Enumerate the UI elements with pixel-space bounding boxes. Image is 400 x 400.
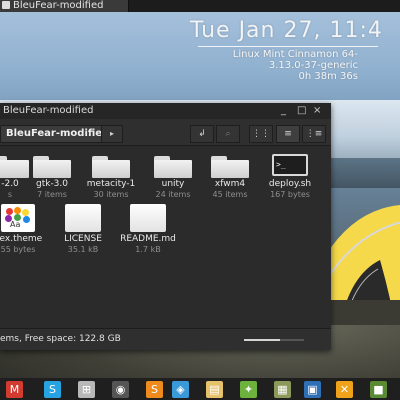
file-item[interactable]: metacity-1 30 items xyxy=(81,156,141,199)
file-name: xfwm4 xyxy=(214,179,246,189)
bottom-panel: M S ⊞ ◉ S ◈ ▤ ✦ ▦ ▣ ✕ ■ xyxy=(0,378,400,400)
file-name: deploy.sh xyxy=(268,179,312,189)
file-item[interactable]: Aa dex.theme 55 bytes xyxy=(0,204,48,254)
app-grid-icon[interactable]: ⊞ xyxy=(78,381,95,398)
minimize-button[interactable]: _ xyxy=(281,103,286,119)
paint-icon[interactable]: ✦ xyxy=(240,381,257,398)
file-item[interactable]: xfwm4 45 items xyxy=(200,156,260,199)
skype-icon[interactable]: S xyxy=(44,381,61,398)
image-viewer-icon[interactable]: ▦ xyxy=(274,381,291,398)
virtualbox-icon[interactable]: ▣ xyxy=(304,381,321,398)
list-view-button[interactable]: ≡ xyxy=(276,125,300,143)
gmail-icon[interactable]: M xyxy=(6,381,23,398)
file-meta: 35.1 kB xyxy=(67,245,99,254)
camera-icon[interactable]: ◉ xyxy=(112,381,129,398)
file-name: unity xyxy=(161,179,185,189)
file-manager-toolbar: BleuFear-modified ▸ ↲ ⌕ ⋮⋮ ≡ ⋮≡ xyxy=(0,119,331,146)
terminal-script-icon: >_ xyxy=(272,154,308,176)
status-bar: ems, Free space: 122.8 GB xyxy=(0,328,331,350)
icon-view-button[interactable]: ⋮⋮ xyxy=(249,125,273,143)
close-button[interactable]: × xyxy=(313,103,321,119)
file-name: metacity-1 xyxy=(86,179,136,189)
crossover-icon[interactable]: ✕ xyxy=(336,381,353,398)
conky-datetime: Tue Jan 27, 11:4 xyxy=(190,18,383,43)
file-meta: 45 items xyxy=(212,190,248,199)
zoom-slider[interactable] xyxy=(244,339,304,341)
maximize-button[interactable]: □ xyxy=(297,103,306,119)
file-meta: 55 bytes xyxy=(0,245,36,254)
compact-view-button[interactable]: ⋮≡ xyxy=(302,125,326,143)
back-icon[interactable]: ↲ xyxy=(190,125,214,143)
file-item[interactable]: README.md 1.7 kB xyxy=(118,204,178,254)
conky-os: Linux Mint Cinnamon 64- xyxy=(232,49,358,60)
folder-icon xyxy=(211,156,249,178)
minecraft-icon[interactable]: ■ xyxy=(370,381,387,398)
file-meta: 1.7 kB xyxy=(135,245,161,254)
top-panel: BleuFear-modified xyxy=(0,0,400,12)
theme-file-icon: Aa xyxy=(1,204,35,232)
window-titlebar[interactable]: BleuFear-modified _ □ × xyxy=(0,103,331,119)
file-icon-view[interactable]: -2.0 s gtk-3.0 7 items metacity-1 30 ite… xyxy=(0,146,331,329)
conky-uptime: 0h 38m 36s xyxy=(298,71,358,82)
taskbar-window-label: BleuFear-modified xyxy=(13,0,104,11)
document-icon xyxy=(130,204,166,232)
file-meta: 24 items xyxy=(155,190,191,199)
file-name: LICENSE xyxy=(64,234,102,244)
theme-file-label: Aa xyxy=(10,220,21,229)
file-meta: 167 bytes xyxy=(270,190,310,199)
file-meta: 30 items xyxy=(93,190,129,199)
status-text: ems, Free space: 122.8 GB xyxy=(0,334,121,344)
folder-icon xyxy=(33,156,71,178)
document-icon xyxy=(65,204,101,232)
file-name: gtk-3.0 xyxy=(35,179,68,189)
file-manager-window: BleuFear-modified _ □ × BleuFear-modifie… xyxy=(0,103,331,350)
taskbar-window-button[interactable]: BleuFear-modified xyxy=(0,0,129,12)
file-item[interactable]: unity 24 items xyxy=(143,156,203,199)
archive-manager-icon[interactable]: ▤ xyxy=(206,381,223,398)
window-icon xyxy=(2,1,10,9)
window-title: BleuFear-modified xyxy=(3,105,94,116)
file-item[interactable]: >_ deploy.sh 167 bytes xyxy=(260,154,320,199)
file-meta: 7 items xyxy=(37,190,67,199)
network-icon[interactable]: ◈ xyxy=(172,381,189,398)
file-name: dex.theme xyxy=(0,234,43,244)
breadcrumb-more-button[interactable]: ▸ xyxy=(101,125,123,143)
file-item[interactable]: gtk-3.0 7 items xyxy=(22,156,82,199)
sublime-text-icon[interactable]: S xyxy=(146,381,163,398)
zoom-slider-fill xyxy=(244,339,280,341)
folder-icon xyxy=(92,156,130,178)
file-name: README.md xyxy=(120,234,176,244)
file-item[interactable]: LICENSE 35.1 kB xyxy=(53,204,113,254)
breadcrumb-current[interactable]: BleuFear-modified xyxy=(0,125,116,143)
folder-icon xyxy=(154,156,192,178)
conky-kernel: 3.13.0-37-generic xyxy=(268,60,358,71)
search-icon[interactable]: ⌕ xyxy=(216,125,240,143)
tent-image xyxy=(320,205,400,325)
conky-widget: Tue Jan 27, 11:4 Linux Mint Cinnamon 64-… xyxy=(190,18,400,82)
conky-divider xyxy=(198,46,378,47)
